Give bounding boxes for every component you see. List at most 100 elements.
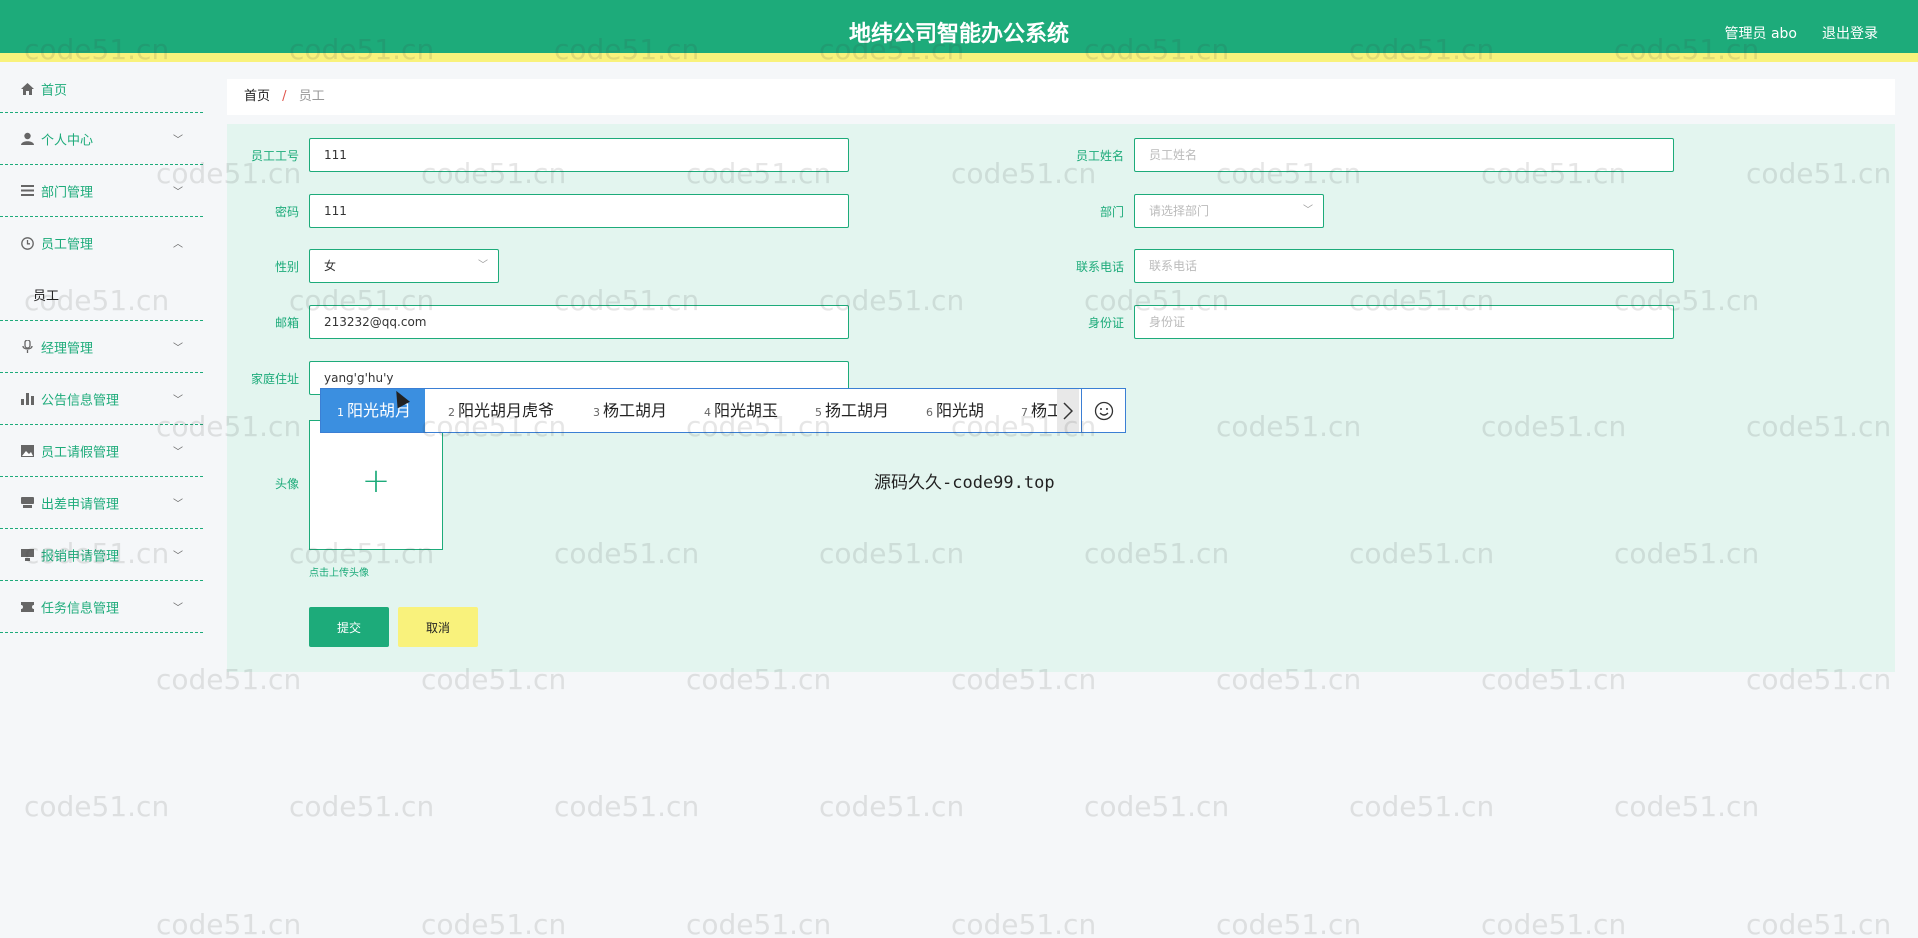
ime-candidate-number: 1 [337, 406, 344, 419]
emp-no-input[interactable]: 111 [309, 138, 849, 172]
plus-icon: + [361, 461, 391, 501]
user-icon [20, 132, 34, 146]
ime-candidate[interactable]: 2 阳光胡月虎爷 [448, 389, 554, 432]
email-input[interactable]: 213232@qq.com [309, 305, 849, 339]
chevron-down-icon: ﹀ [173, 602, 183, 614]
sidebar: 首页 个人中心 ﹀ 部门管理 ﹀ 员工管理 ︿ 员工 经理管理 ﹀ 公告信息管理… [0, 71, 203, 938]
watermark-text: code51.cn [421, 908, 567, 938]
watermark-text: code51.cn [1481, 908, 1627, 938]
smiley-icon[interactable] [1081, 389, 1125, 432]
mic-icon [20, 340, 34, 354]
dept-select[interactable]: 请选择部门 ﹀ [1134, 194, 1324, 228]
watermark-text: code51.cn [686, 908, 832, 938]
watermark-text: code51.cn [819, 790, 965, 823]
sidebar-item-leave[interactable]: 员工请假管理 ﹀ [0, 425, 203, 477]
sidebar-item-home[interactable]: 首页 [0, 71, 203, 113]
chevron-down-icon: ﹀ [173, 446, 183, 458]
ime-candidate-text: 扬工胡月 [825, 401, 890, 420]
sidebar-item-department[interactable]: 部门管理 ﹀ [0, 165, 203, 217]
ime-candidate-text: 阳光胡玉 [714, 401, 779, 420]
sidebar-item-label: 出差申请管理 [41, 497, 120, 512]
current-user: 管理员 abo [1724, 26, 1797, 42]
sidebar-item-task[interactable]: 任务信息管理 ﹀ [0, 581, 203, 633]
password-input[interactable]: 111 [309, 194, 849, 228]
logout-link[interactable]: 退出登录 [1822, 23, 1878, 43]
overlay-watermark-text: 源码久久-code99.top [874, 473, 1055, 493]
sidebar-item-business-trip[interactable]: 出差申请管理 ﹀ [0, 477, 203, 529]
watermark-text: code51.cn [951, 908, 1097, 938]
ime-candidate-number: 2 [448, 406, 455, 419]
chevron-up-icon: ︿ [173, 238, 183, 250]
app-title: 地纬公司智能办公系统 [848, 22, 1069, 47]
sidebar-item-label: 公告信息管理 [41, 393, 120, 408]
sidebar-item-personal-center[interactable]: 个人中心 ﹀ [0, 113, 203, 165]
dept-label: 部门 [1099, 205, 1124, 219]
gender-select[interactable]: 女 ﹀ [309, 249, 499, 283]
gender-select-value: 女 [324, 259, 337, 273]
avatar-upload-hint: 点击上传头像 [309, 568, 369, 579]
ime-candidate-bar: 1 阳光胡月 2 阳光胡月虎爷 3 杨工胡月 4 阳光胡玉 5 扬工胡月 6 阳光胡 7 杨工 [320, 388, 1126, 433]
watermark-text: code51.cn [1216, 908, 1362, 938]
watermark-text: code51.cn [1084, 790, 1230, 823]
sidebar-subitem-employee[interactable]: 员工 [0, 269, 203, 321]
ime-candidate-text: 阳光胡 [936, 401, 985, 420]
breadcrumb: 首页 / 员工 [227, 79, 1895, 115]
watermark-text: code51.cn [1349, 790, 1495, 823]
sidebar-item-label: 首页 [41, 83, 68, 99]
watermark-text: code51.cn [289, 790, 435, 823]
monitor-icon [20, 548, 34, 562]
address-label: 家庭住址 [250, 372, 299, 386]
sidebar-item-label: 员工管理 [41, 237, 94, 253]
emp-no-label: 员工工号 [250, 149, 299, 163]
sidebar-item-label: 部门管理 [41, 185, 94, 200]
sidebar-item-label: 员工请假管理 [41, 445, 120, 460]
chevron-down-icon: ﹀ [173, 498, 183, 510]
home-icon [20, 82, 34, 96]
ime-candidate[interactable]: 1 阳光胡月 [321, 389, 426, 432]
dept-select-placeholder: 请选择部门 [1149, 204, 1210, 218]
ime-candidate-number: 7 [1021, 406, 1028, 419]
ime-candidate-text: 杨工 [1031, 401, 1057, 420]
sidebar-subitem-label: 员工 [33, 289, 60, 304]
phone-input[interactable]: 联系电话 [1134, 249, 1674, 283]
sidebar-item-label: 任务信息管理 [41, 601, 120, 616]
cancel-button[interactable]: 取消 [398, 607, 478, 647]
watermark-text: code51.cn [554, 790, 700, 823]
chevron-down-icon: ﹀ [1303, 205, 1313, 216]
bar-chart-icon [20, 392, 34, 406]
breadcrumb-home[interactable]: 首页 [244, 89, 270, 104]
emp-name-label: 员工姓名 [1075, 149, 1124, 163]
emp-name-input[interactable]: 员工姓名 [1134, 138, 1674, 172]
sidebar-item-label: 报销申请管理 [41, 549, 120, 564]
submit-button[interactable]: 提交 [309, 607, 389, 647]
gender-label: 性别 [274, 260, 299, 274]
chevron-down-icon: ﹀ [173, 550, 183, 562]
ime-candidate-number: 3 [593, 406, 600, 419]
ime-candidate-number: 4 [704, 406, 711, 419]
chevron-down-icon: ﹀ [173, 134, 183, 146]
ime-candidate[interactable]: 6 阳光胡 [926, 389, 984, 432]
list-icon [20, 184, 34, 198]
sidebar-item-employee[interactable]: 员工管理 ︿ [0, 217, 203, 269]
ticket-icon [20, 600, 34, 614]
avatar-upload[interactable]: + [309, 420, 443, 550]
ime-candidate-number: 6 [926, 406, 933, 419]
chevron-right-icon[interactable] [1057, 389, 1079, 432]
ime-candidate[interactable]: 5 扬工胡月 [815, 389, 889, 432]
ime-candidate[interactable]: 3 杨工胡月 [593, 389, 667, 432]
top-header: 地纬公司智能办公系统 管理员 abo 退出登录 [0, 0, 1918, 62]
ime-candidate[interactable]: 4 阳光胡玉 [704, 389, 778, 432]
avatar-label: 头像 [274, 477, 299, 491]
chevron-down-icon: ﹀ [173, 342, 183, 354]
password-label: 密码 [274, 205, 299, 219]
breadcrumb-current: 员工 [298, 89, 325, 104]
sidebar-item-reimbursement[interactable]: 报销申请管理 ﹀ [0, 529, 203, 581]
breadcrumb-separator: / [282, 89, 287, 104]
sidebar-item-manager[interactable]: 经理管理 ﹀ [0, 321, 203, 373]
ime-candidate[interactable]: 7 杨工 [1021, 389, 1057, 432]
idcard-input[interactable]: 身份证 [1134, 305, 1674, 339]
drive-icon [20, 496, 34, 510]
watermark-text: code51.cn [1614, 790, 1760, 823]
sidebar-item-notice[interactable]: 公告信息管理 ﹀ [0, 373, 203, 425]
sidebar-item-label: 经理管理 [41, 341, 94, 356]
